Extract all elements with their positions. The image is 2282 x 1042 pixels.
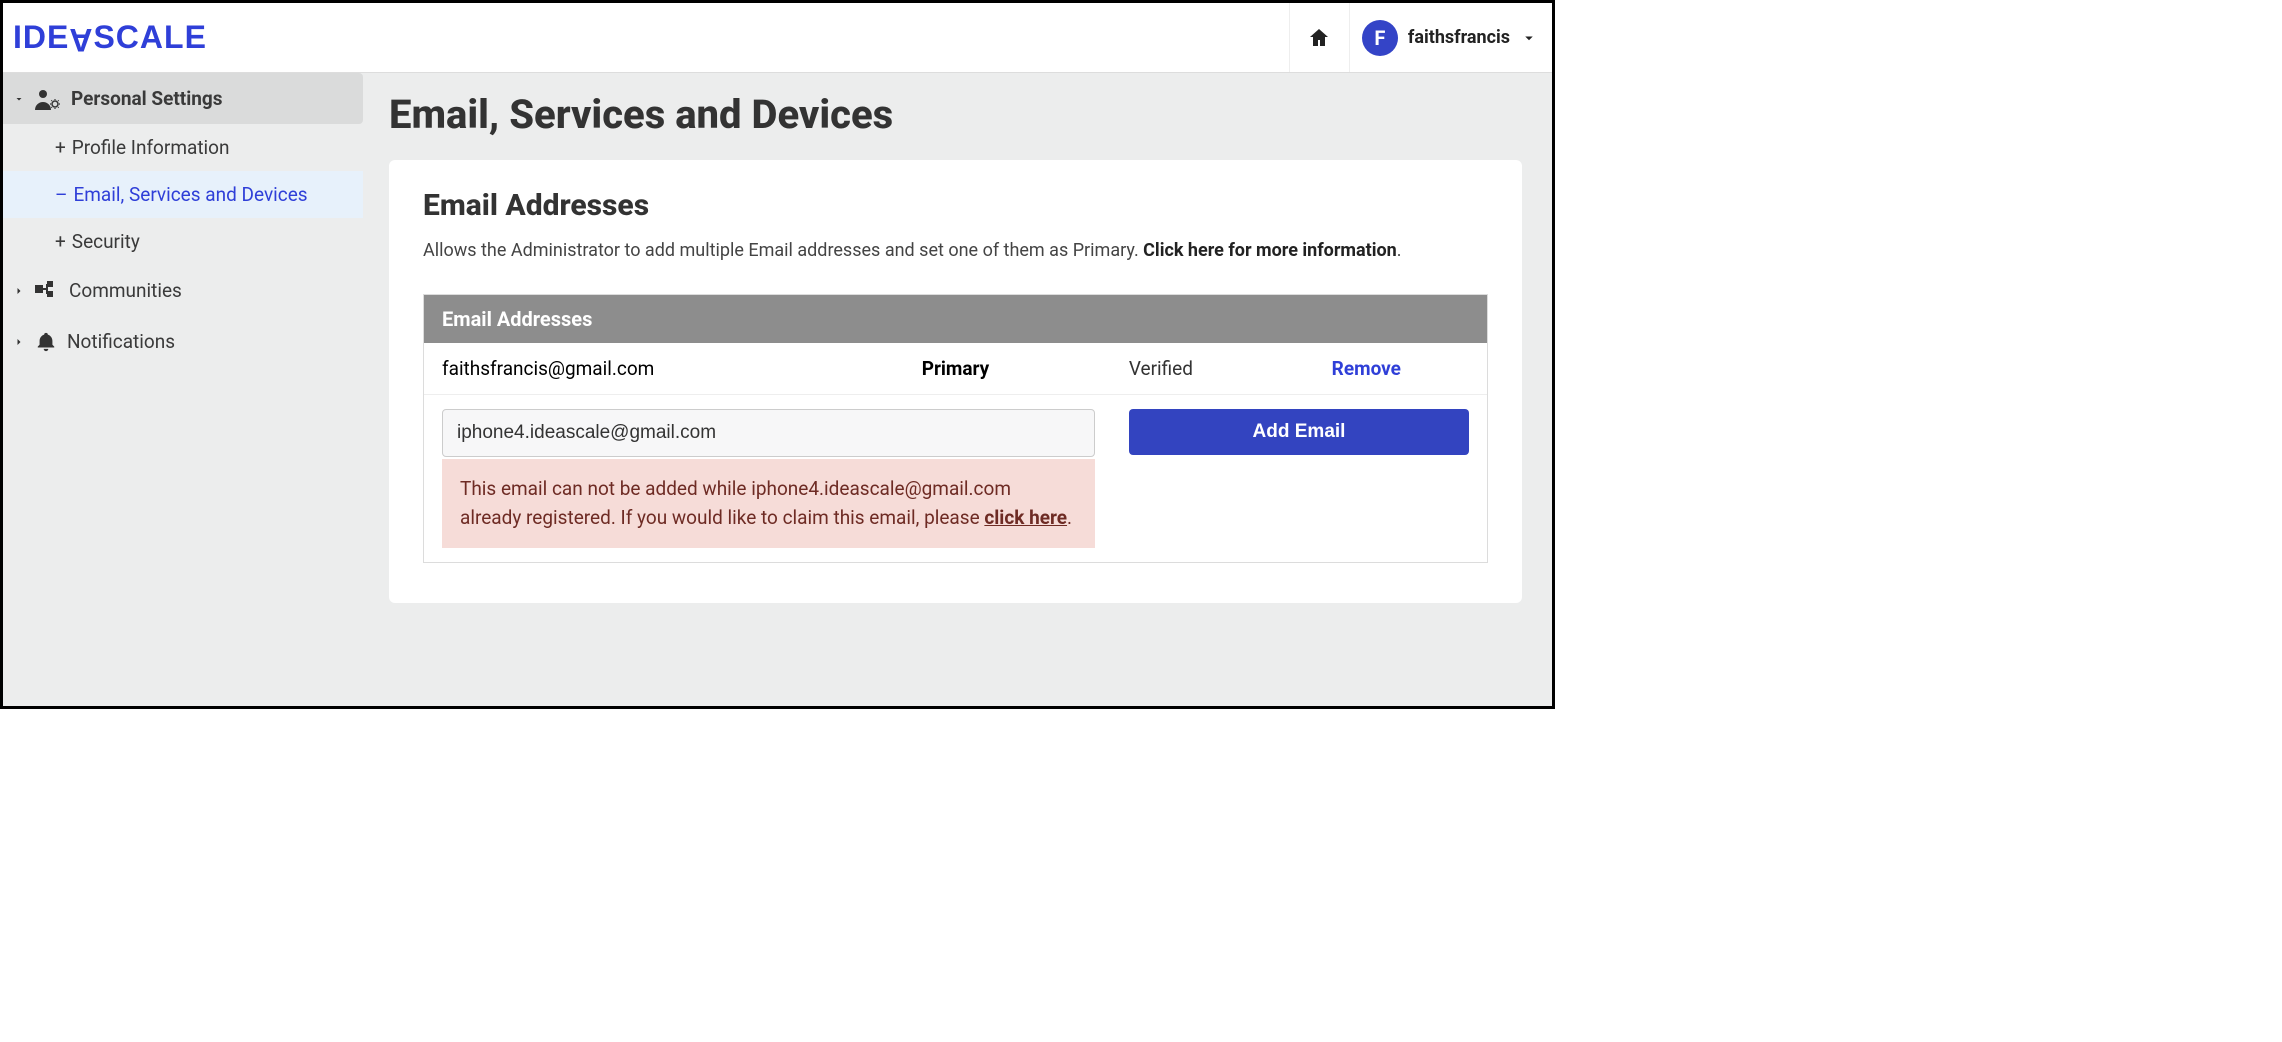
sidebar-item-personal-settings[interactable]: Personal Settings [3,73,363,124]
sidebar-sub-label: Email, Services and Devices [55,183,308,206]
sidebar-item-notifications[interactable]: Notifications [3,316,363,367]
error-box: This email can not be added while iphone… [442,459,1095,548]
sidebar-item-profile-information[interactable]: Profile Information [3,124,363,171]
chevron-down-icon [13,93,25,105]
cell-status: Verified [1058,357,1263,380]
chevron-right-icon [13,336,25,348]
avatar: F [1362,20,1398,56]
home-icon [1307,26,1331,50]
section-description: Allows the Administrator to add multiple… [423,237,1488,264]
sidebar-item-email-services-devices[interactable]: Email, Services and Devices [3,171,363,218]
avatar-initial: F [1374,26,1385,50]
user-gear-icon [35,88,61,110]
error-text-post: . [1067,506,1072,529]
sidebar-sub-label: Security [55,230,140,253]
brand-logo[interactable]: IDEASCALE [13,19,207,56]
user-menu[interactable]: F faithsfrancis [1349,3,1552,72]
remove-link[interactable]: Remove [1332,357,1401,380]
email-input[interactable] [442,409,1095,457]
sidebar-item-security[interactable]: Security [3,218,363,265]
communities-icon [35,281,59,301]
table-header: Email Addresses [424,295,1487,343]
bell-icon [35,331,57,353]
desc-text: Allows the Administrator to add multiple… [423,240,1143,261]
sidebar: Personal Settings Profile Information Em… [3,73,363,706]
sidebar-sub-label: Profile Information [55,136,230,159]
add-email-row: This email can not be added while iphone… [424,395,1487,562]
cell-role: Primary [853,357,1058,380]
add-email-left: This email can not be added while iphone… [442,409,1095,548]
sidebar-item-communities[interactable]: Communities [3,265,363,316]
sidebar-label-notifications: Notifications [67,330,175,353]
chevron-right-icon [13,285,25,297]
section-title: Email Addresses [423,188,1488,223]
cell-email: faithsfrancis@gmail.com [442,357,853,380]
table-row: faithsfrancis@gmail.com Primary Verified… [424,343,1487,395]
page-title: Email, Services and Devices [389,91,1522,138]
add-email-button[interactable]: Add Email [1129,409,1469,455]
username: faithsfrancis [1408,27,1510,48]
home-button[interactable] [1289,3,1349,72]
sidebar-label-personal: Personal Settings [71,87,223,110]
email-table: Email Addresses faithsfrancis@gmail.com … [423,294,1488,563]
topbar: IDEASCALE F faithsfrancis [3,3,1552,73]
topbar-right: F faithsfrancis [1289,3,1552,72]
more-info-link[interactable]: Click here for more information [1143,240,1397,261]
claim-email-link[interactable]: click here [984,506,1067,529]
chevron-down-icon [1520,29,1538,47]
sidebar-label-communities: Communities [69,279,182,302]
error-text-pre: This email can not be added while iphone… [460,477,1011,529]
body: Personal Settings Profile Information Em… [3,73,1552,706]
card-email-addresses: Email Addresses Allows the Administrator… [389,160,1522,603]
main: Email, Services and Devices Email Addres… [363,73,1552,706]
